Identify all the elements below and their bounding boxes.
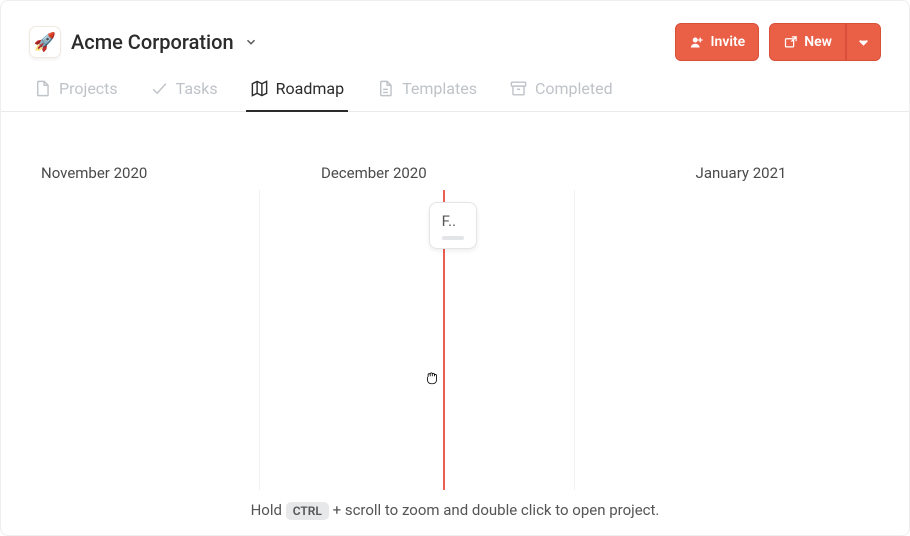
- user-plus-icon: [689, 35, 704, 50]
- timeline-column-label: January 2021: [601, 164, 881, 182]
- header-actions: Invite New: [675, 23, 881, 61]
- file-text-icon: [376, 79, 395, 98]
- new-label: New: [804, 24, 832, 60]
- roadmap-board[interactable]: F..: [29, 190, 881, 490]
- archive-icon: [509, 79, 528, 98]
- rocket-icon: 🚀: [34, 32, 56, 53]
- new-dropdown-button[interactable]: [846, 23, 881, 61]
- new-button[interactable]: New: [769, 23, 846, 61]
- workspace-logo: 🚀: [29, 26, 61, 58]
- hint-text-pre: Hold: [251, 501, 286, 519]
- tab-roadmap[interactable]: Roadmap: [246, 79, 348, 112]
- timeline-column-label: November 2020: [41, 164, 321, 182]
- progress-stub: [442, 236, 464, 240]
- grab-cursor-icon: [423, 368, 441, 386]
- tab-label: Completed: [535, 79, 613, 98]
- file-icon: [33, 79, 52, 98]
- new-split-button: New: [769, 23, 881, 61]
- tab-templates[interactable]: Templates: [372, 79, 481, 112]
- main-tabs: Projects Tasks Roadmap Templates Complet…: [1, 61, 909, 112]
- hint-text-post: + scroll to zoom and double click to ope…: [333, 501, 660, 519]
- grid-line: [574, 190, 575, 490]
- chevron-down-icon: [856, 35, 871, 50]
- ctrl-key: CTRL: [286, 502, 329, 520]
- workspace-switcher[interactable]: 🚀 Acme Corporation: [29, 26, 258, 58]
- zoom-hint: Hold CTRL + scroll to zoom and double cl…: [1, 501, 909, 519]
- chevron-down-icon: [244, 35, 258, 49]
- timeline-header: November 2020 December 2020 January 2021: [1, 112, 909, 190]
- roadmap-card[interactable]: F..: [429, 202, 477, 249]
- check-icon: [150, 79, 169, 98]
- invite-label: Invite: [710, 24, 745, 60]
- new-window-icon: [783, 35, 798, 50]
- roadmap-card-title: F..: [442, 212, 457, 230]
- tab-projects[interactable]: Projects: [29, 79, 122, 112]
- workspace-name: Acme Corporation: [71, 30, 234, 54]
- tab-completed[interactable]: Completed: [505, 79, 617, 112]
- grid-line: [259, 190, 260, 490]
- map-icon: [250, 79, 269, 98]
- timeline-column-label: December 2020: [321, 164, 601, 182]
- tab-label: Tasks: [176, 79, 218, 98]
- tab-label: Templates: [402, 79, 477, 98]
- tab-tasks[interactable]: Tasks: [146, 79, 222, 112]
- invite-button[interactable]: Invite: [675, 23, 759, 61]
- tab-label: Roadmap: [276, 79, 344, 98]
- tab-label: Projects: [59, 79, 118, 98]
